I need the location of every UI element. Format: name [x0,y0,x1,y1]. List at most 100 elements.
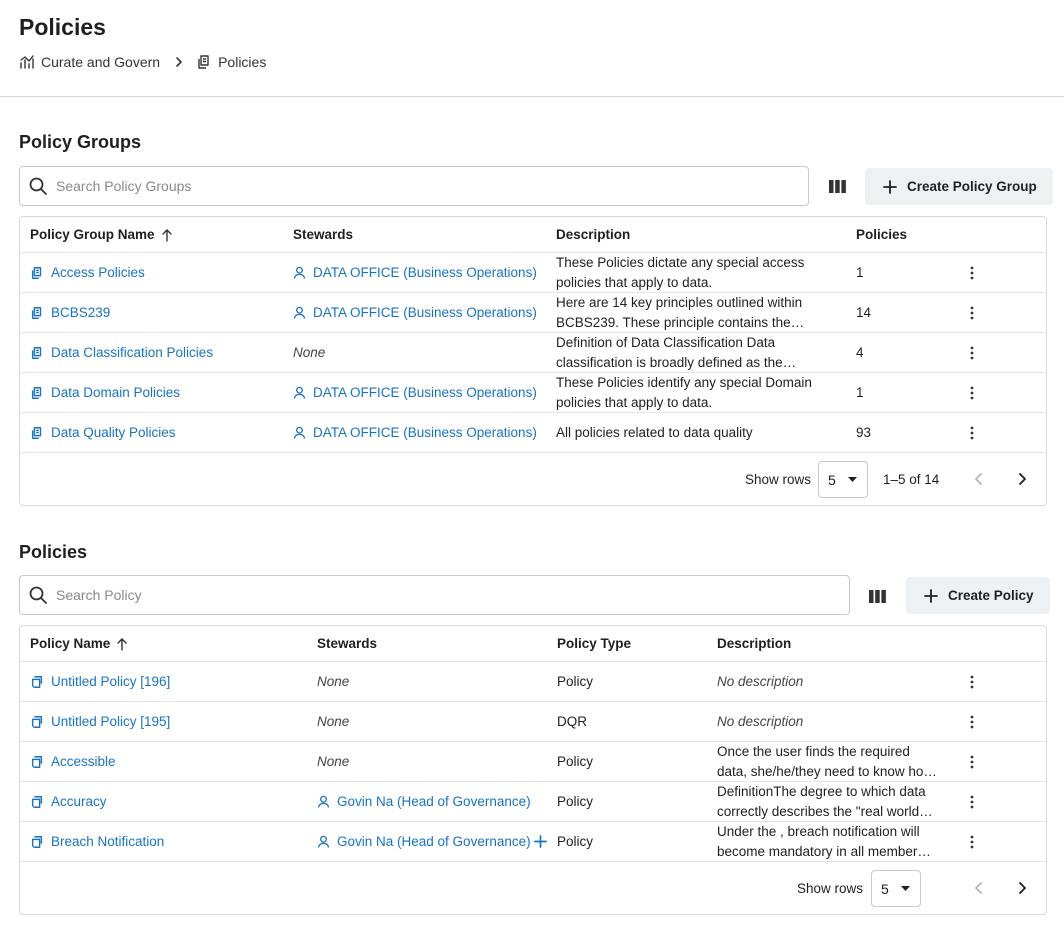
row-actions[interactable] [962,333,982,372]
curate-govern-icon [19,54,35,70]
row-actions[interactable] [962,662,982,701]
table-row: BCBS239 DATA OFFICE (Business Operations… [20,293,1046,333]
breadcrumb-parent[interactable]: Curate and Govern [19,54,160,70]
description-cell: Once the user finds the required data, sh… [717,743,937,779]
kebab-menu-icon[interactable] [962,752,982,772]
policies-search[interactable] [19,575,850,615]
column-header-policies[interactable]: Policies [856,217,907,252]
previous-page-button[interactable] [966,467,990,491]
user-icon [317,795,330,808]
user-icon [293,266,306,279]
plus-icon [883,179,897,194]
row-actions[interactable] [962,293,982,332]
policy-link[interactable]: Accuracy [30,782,107,821]
steward-link[interactable]: DATA OFFICE (Business Operations) [293,253,537,292]
description-cell: Definition of Data Classification Data cl… [556,334,797,370]
kebab-menu-icon[interactable] [962,712,982,732]
table-header-row: Policy Group Name Stewards Description P… [20,217,1046,253]
table-header-row: Policy Name Stewards Policy Type Descrip… [20,626,1046,662]
row-actions[interactable] [962,782,982,821]
policy-groups-search[interactable] [19,166,809,206]
table-row: Data Domain Policies DATA OFFICE (Busine… [20,373,1046,413]
policy-group-link[interactable]: Access Policies [30,253,145,292]
row-actions[interactable] [962,413,982,452]
policy-group-icon [196,54,212,70]
page-title: Policies [19,14,106,40]
policies-table: Policy Name Stewards Policy Type Descrip… [19,625,1047,915]
table-row: Untitled Policy [195] None DQR No descri… [20,702,1046,742]
kebab-menu-icon[interactable] [962,832,982,852]
kebab-menu-icon[interactable] [962,423,982,443]
policy-group-link[interactable]: Data Domain Policies [30,373,180,412]
column-header-policy-group-name[interactable]: Policy Group Name [30,217,173,252]
column-header-description[interactable]: Description [717,626,791,661]
policy-icon [30,715,44,729]
description-cell: No description [717,713,804,729]
policy-link[interactable]: Untitled Policy [195] [30,702,170,741]
table-row: Data Classification Policies None Defini… [20,333,1046,373]
row-actions[interactable] [962,822,982,861]
column-header-stewards[interactable]: Stewards [293,217,353,252]
policy-groups-title: Policy Groups [19,132,142,152]
column-settings-button[interactable] [865,584,889,608]
row-actions[interactable] [962,253,982,292]
policy-group-link[interactable]: Data Quality Policies [30,413,176,452]
chevron-left-icon [974,881,983,895]
description-cell: These Policies identify any special Doma… [556,374,812,410]
policy-group-link[interactable]: BCBS239 [30,293,110,332]
description-cell: Here are 14 key principles outlined with… [556,294,805,330]
row-actions[interactable] [962,742,982,781]
table-row: Accessible None Policy Once the user fin… [20,742,1046,782]
user-icon [293,306,306,319]
description-cell: All policies related to data quality [556,424,753,440]
plus-icon [534,835,547,848]
policy-link[interactable]: Breach Notification [30,822,164,861]
column-header-policy-type[interactable]: Policy Type [557,626,631,661]
policies-search-input[interactable] [56,587,849,603]
column-settings-button[interactable] [825,174,849,198]
user-icon [293,426,306,439]
create-policy-group-button[interactable]: Create Policy Group [865,168,1053,205]
add-steward-button[interactable] [534,822,547,861]
kebab-menu-icon[interactable] [962,672,982,692]
kebab-menu-icon[interactable] [962,263,982,283]
steward-link[interactable]: DATA OFFICE (Business Operations) [293,373,537,412]
steward-link[interactable]: Govin Na (Head of Governance) [317,782,531,821]
previous-page-button[interactable] [966,876,990,900]
kebab-menu-icon[interactable] [962,792,982,812]
kebab-menu-icon[interactable] [962,383,982,403]
create-policy-button[interactable]: Create Policy [906,577,1050,614]
policy-group-icon [30,386,44,400]
steward-link[interactable]: Govin Na (Head of Governance) [317,822,531,861]
policy-groups-search-input[interactable] [56,178,808,194]
description-cell: These Policies dictate any special acces… [556,254,805,290]
steward-link[interactable]: DATA OFFICE (Business Operations) [293,413,537,452]
policy-link[interactable]: Untitled Policy [196] [30,662,170,701]
policies-count: 1 [856,265,864,280]
policy-link[interactable]: Accessible [30,742,116,781]
description-cell: No description [717,673,804,689]
rows-per-page-select[interactable]: 5 [871,870,921,907]
column-header-description[interactable]: Description [556,217,630,252]
policy-icon [30,675,44,689]
columns-icon [868,589,886,603]
policy-group-icon [30,346,44,360]
policy-group-icon [30,266,44,280]
row-actions[interactable] [962,373,982,412]
row-actions[interactable] [962,702,982,741]
steward-link[interactable]: DATA OFFICE (Business Operations) [293,293,537,332]
policy-type: Policy [557,754,594,769]
column-header-policy-name[interactable]: Policy Name [30,626,128,661]
rows-per-page-select[interactable]: 5 [818,461,868,498]
breadcrumb-current: Policies [196,54,266,70]
next-page-button[interactable] [1010,467,1034,491]
steward-none: None [317,754,350,769]
kebab-menu-icon[interactable] [962,343,982,363]
policy-group-link[interactable]: Data Classification Policies [30,333,213,372]
sort-ascending-icon [116,637,128,651]
table-row: Accuracy Govin Na (Head of Governance) P… [20,782,1046,822]
next-page-button[interactable] [1010,876,1034,900]
column-header-stewards[interactable]: Stewards [317,626,377,661]
create-policy-label: Create Policy [948,588,1034,603]
kebab-menu-icon[interactable] [962,303,982,323]
